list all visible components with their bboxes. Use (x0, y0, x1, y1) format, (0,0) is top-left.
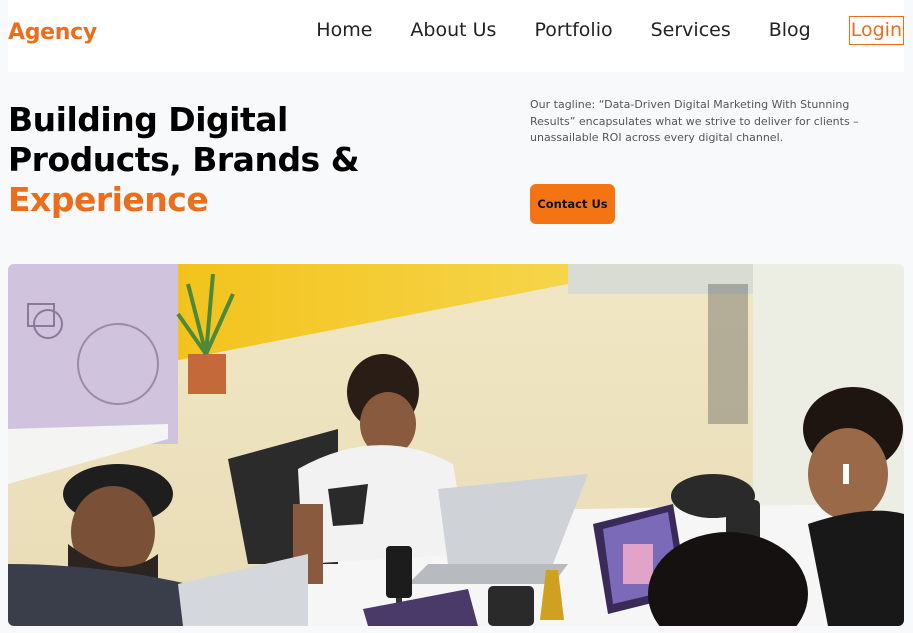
contact-us-button[interactable]: Contact Us (530, 184, 615, 224)
main-nav: Home About Us Portfolio Services Blog Lo… (278, 15, 904, 45)
nav-item-services[interactable]: Services (651, 19, 731, 41)
office-team-illustration (8, 264, 904, 626)
hero-tagline: Our tagline: “Data-Driven Digital Market… (530, 98, 859, 144)
brand-logo[interactable]: Agency (8, 20, 97, 45)
nav-item-about[interactable]: About Us (410, 19, 496, 41)
hero-title: Building Digital Products, Brands & Expe… (8, 100, 448, 220)
hero-title-line2: Products, Brands & (8, 140, 359, 179)
nav-item-home[interactable]: Home (316, 19, 372, 41)
hero-title-line1: Building Digital (8, 100, 288, 139)
login-button[interactable]: Login (848, 15, 904, 45)
nav-item-portfolio[interactable]: Portfolio (534, 19, 612, 41)
hero-title-accent: Experience (8, 180, 209, 219)
nav-item-blog[interactable]: Blog (769, 19, 811, 41)
site-header: Agency Home About Us Portfolio Services … (8, 0, 904, 72)
hero-photo (8, 264, 904, 626)
